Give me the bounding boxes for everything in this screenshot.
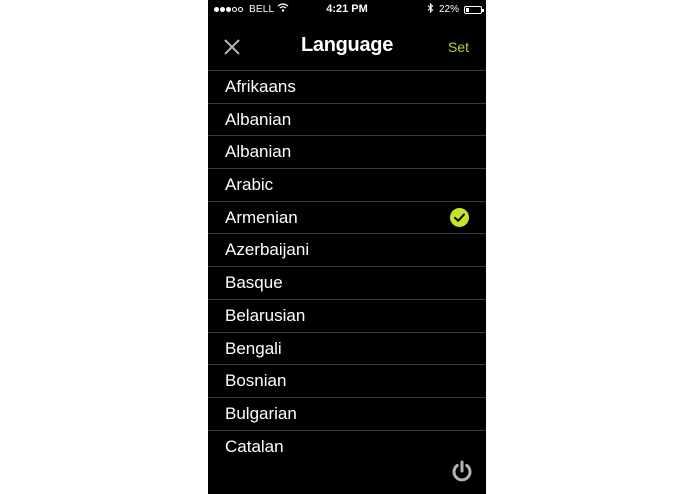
battery-percentage: 22% bbox=[438, 4, 459, 15]
language-item[interactable]: Catalan bbox=[208, 429, 486, 463]
bluetooth-icon bbox=[427, 2, 434, 16]
language-label: Armenian bbox=[225, 207, 298, 227]
language-label: Basque bbox=[225, 273, 283, 293]
language-item[interactable]: Bengali bbox=[208, 331, 486, 365]
battery-level bbox=[466, 7, 470, 12]
language-item[interactable]: Basque bbox=[208, 266, 486, 299]
language-label: Catalan bbox=[225, 436, 284, 456]
language-label: Belarusian bbox=[225, 305, 306, 325]
page-title: Language bbox=[300, 34, 394, 56]
language-label: Afrikaans bbox=[225, 77, 296, 96]
language-list: Afrikaans Albanian Albanian Arabic Armenian A… bbox=[208, 70, 486, 462]
language-item[interactable]: Albanian bbox=[208, 135, 486, 168]
navigation-bar: Language Set bbox=[208, 26, 486, 70]
language-item[interactable]: Afrikaans bbox=[208, 70, 486, 103]
language-item[interactable]: Albanian bbox=[208, 102, 486, 136]
status-bar-right: 22% bbox=[427, 2, 484, 16]
status-bar: BELL 4:21 PM 22% bbox=[208, 0, 486, 18]
phone-screen: BELL 4:21 PM 22% Language Set Afrikaans … bbox=[208, 0, 486, 494]
language-label: Bulgarian bbox=[225, 403, 297, 423]
language-item[interactable]: Bosnian bbox=[208, 364, 486, 397]
language-item[interactable]: Bulgarian bbox=[208, 396, 486, 430]
language-item[interactable]: Armenian bbox=[208, 200, 486, 234]
power-button[interactable] bbox=[450, 459, 474, 483]
set-button[interactable]: Set bbox=[448, 39, 469, 55]
checkmark-icon bbox=[450, 207, 469, 227]
language-label: Bengali bbox=[225, 338, 282, 358]
battery-icon bbox=[464, 5, 484, 14]
language-item[interactable]: Azerbaijani bbox=[208, 233, 486, 266]
language-label: Bosnian bbox=[225, 371, 287, 391]
language-label: Arabic bbox=[225, 175, 274, 195]
language-label: Azerbaijani bbox=[225, 240, 310, 260]
language-label: Albanian bbox=[225, 142, 292, 162]
power-icon bbox=[452, 460, 472, 482]
language-label: Albanian bbox=[225, 109, 292, 129]
language-item[interactable]: Belarusian bbox=[208, 298, 486, 332]
language-item[interactable]: Arabic bbox=[208, 168, 486, 201]
